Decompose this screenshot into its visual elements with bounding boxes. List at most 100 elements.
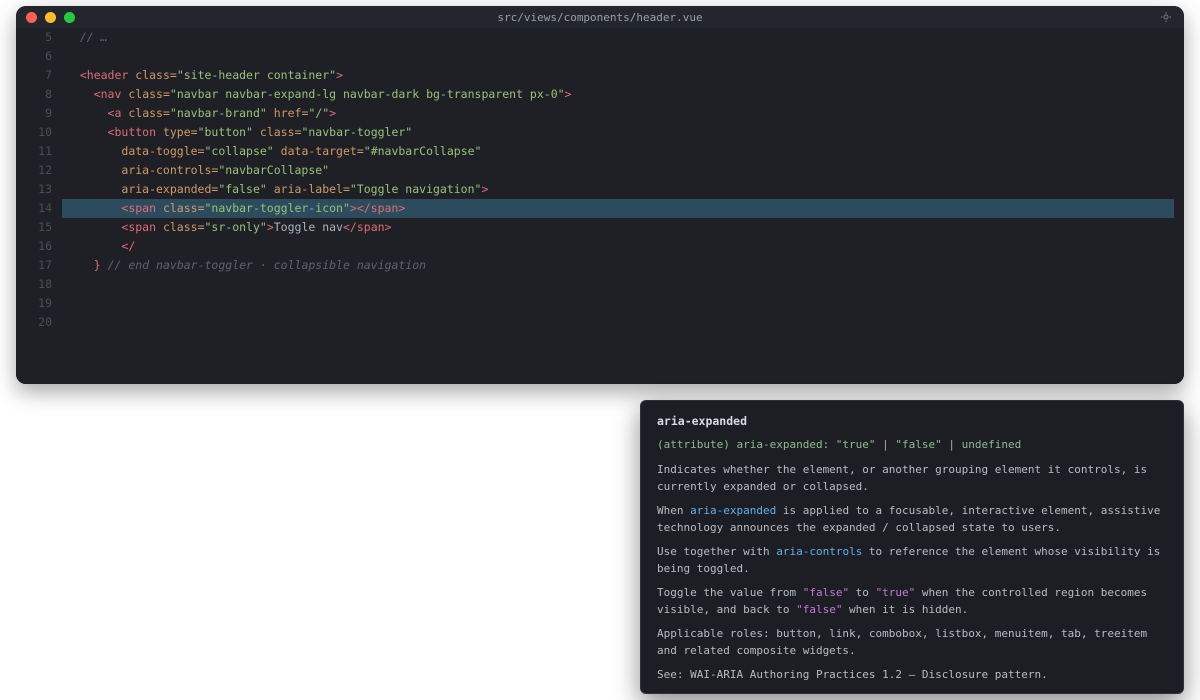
code-line[interactable]: aria-controls="navbarCollapse"	[62, 161, 1174, 180]
code-line[interactable]: <a class="navbar-brand" href="/">	[62, 104, 1174, 123]
code-token: class=	[128, 106, 170, 120]
line-number: 7	[16, 66, 52, 85]
code-token: Toggle nav	[274, 220, 343, 234]
code-line[interactable]: } // end navbar-toggler · collapsible na…	[62, 256, 1174, 275]
code-token: <span	[121, 220, 156, 234]
line-number: 16	[16, 237, 52, 256]
code-token	[101, 258, 108, 272]
hover-title: aria-expanded	[657, 413, 1167, 430]
code-token: >	[336, 68, 343, 82]
code-token: "navbarCollapse"	[218, 163, 329, 177]
code-line[interactable]: <button type="button" class="navbar-togg…	[62, 123, 1174, 142]
line-number: 11	[16, 142, 52, 161]
code-line[interactable]: <span class="navbar-toggler-icon"></span…	[62, 199, 1174, 218]
code-line[interactable]	[62, 313, 1174, 332]
code-token: ></span>	[350, 201, 405, 215]
hover-paragraph: Applicable roles: button, link, combobox…	[657, 625, 1167, 659]
code-token: "button"	[198, 125, 253, 139]
code-token: >	[565, 87, 572, 101]
code-token: "collapse"	[204, 144, 273, 158]
code-line[interactable]: <header class="site-header container">	[62, 66, 1174, 85]
code-line[interactable]: data-toggle="collapse" data-target="#nav…	[62, 142, 1174, 161]
settings-gear-icon[interactable]	[1160, 11, 1172, 23]
code-line[interactable]: // …	[62, 28, 1174, 47]
code-token: // …	[80, 30, 108, 44]
hover-signature: (attribute) aria-expanded: "true" | "fal…	[657, 436, 1167, 453]
code-token: data-toggle=	[121, 144, 204, 158]
code-token: <nav	[94, 87, 122, 101]
code-token: "false"	[218, 182, 266, 196]
code-token: <a	[108, 106, 122, 120]
line-number: 20	[16, 313, 52, 332]
code-token: >	[267, 220, 274, 234]
editor-window: src/views/components/header.vue 56789101…	[16, 6, 1184, 384]
code-token	[156, 125, 163, 139]
code-token: "navbar-toggler"	[301, 125, 412, 139]
line-number: 15	[16, 218, 52, 237]
code-token	[274, 144, 281, 158]
line-number: 10	[16, 123, 52, 142]
code-line[interactable]: <nav class="navbar navbar-expand-lg navb…	[62, 85, 1174, 104]
line-number: 13	[16, 180, 52, 199]
code-line[interactable]	[62, 275, 1174, 294]
code-token	[329, 163, 336, 177]
code-token: "/"	[308, 106, 329, 120]
line-number: 17	[16, 256, 52, 275]
code-token: "navbar-toggler-icon"	[205, 201, 350, 215]
code-token: </	[121, 239, 135, 253]
window-title: src/views/components/header.vue	[16, 11, 1184, 24]
line-number-gutter: 567891011121314151617181920	[16, 28, 62, 384]
window-titlebar[interactable]: src/views/components/header.vue	[16, 6, 1184, 28]
line-number: 5	[16, 28, 52, 47]
line-number: 9	[16, 104, 52, 123]
code-token	[156, 220, 163, 234]
traffic-lights	[26, 12, 75, 23]
code-token: "navbar-brand"	[170, 106, 267, 120]
code-token: "#navbarCollapse"	[364, 144, 482, 158]
code-token: // end navbar-toggler · collapsible navi…	[108, 258, 427, 272]
code-token	[267, 106, 274, 120]
code-token: <button	[108, 125, 156, 139]
code-token: class=	[260, 125, 302, 139]
code-token: <span	[121, 201, 156, 215]
code-token	[156, 201, 163, 215]
code-area[interactable]: // … <header class="site-header containe…	[62, 28, 1184, 384]
code-token: "site-header container"	[177, 68, 336, 82]
code-token: "sr-only"	[205, 220, 267, 234]
code-line[interactable]: </	[62, 237, 1174, 256]
line-number: 12	[16, 161, 52, 180]
hover-paragraph: Indicates whether the element, or anothe…	[657, 461, 1167, 495]
code-token: >	[329, 106, 336, 120]
code-token: aria-label=	[274, 182, 350, 196]
hover-paragraph: See: WAI-ARIA Authoring Practices 1.2 — …	[657, 666, 1167, 683]
zoom-window-button[interactable]	[64, 12, 75, 23]
code-token: </span>	[343, 220, 391, 234]
code-token: type=	[163, 125, 198, 139]
minimize-window-button[interactable]	[45, 12, 56, 23]
code-token	[253, 125, 260, 139]
line-number: 6	[16, 47, 52, 66]
hover-paragraph: When aria-expanded is applied to a focus…	[657, 502, 1167, 536]
code-token: "navbar navbar-expand-lg navbar-dark bg-…	[170, 87, 565, 101]
code-token: >	[481, 182, 488, 196]
code-line[interactable]	[62, 47, 1174, 66]
code-token: aria-expanded=	[121, 182, 218, 196]
code-token: data-target=	[281, 144, 364, 158]
line-number: 8	[16, 85, 52, 104]
editor-body: 567891011121314151617181920 // … <header…	[16, 28, 1184, 384]
line-number: 14	[16, 199, 52, 218]
line-number: 18	[16, 275, 52, 294]
code-line[interactable]: aria-expanded="false" aria-label="Toggle…	[62, 180, 1174, 199]
code-token: class=	[163, 220, 205, 234]
hover-paragraph: MDN Web Docs	[657, 690, 1167, 694]
hover-paragraph: Use together with aria-controls to refer…	[657, 543, 1167, 577]
code-token: "Toggle navigation"	[350, 182, 482, 196]
hover-body: Indicates whether the element, or anothe…	[657, 461, 1167, 694]
close-window-button[interactable]	[26, 12, 37, 23]
hover-paragraph: Toggle the value from "false" to "true" …	[657, 584, 1167, 618]
code-line[interactable]	[62, 294, 1174, 313]
code-token	[267, 182, 274, 196]
code-token: href=	[274, 106, 309, 120]
code-line[interactable]: <span class="sr-only">Toggle nav</span>	[62, 218, 1174, 237]
code-token: class=	[135, 68, 177, 82]
